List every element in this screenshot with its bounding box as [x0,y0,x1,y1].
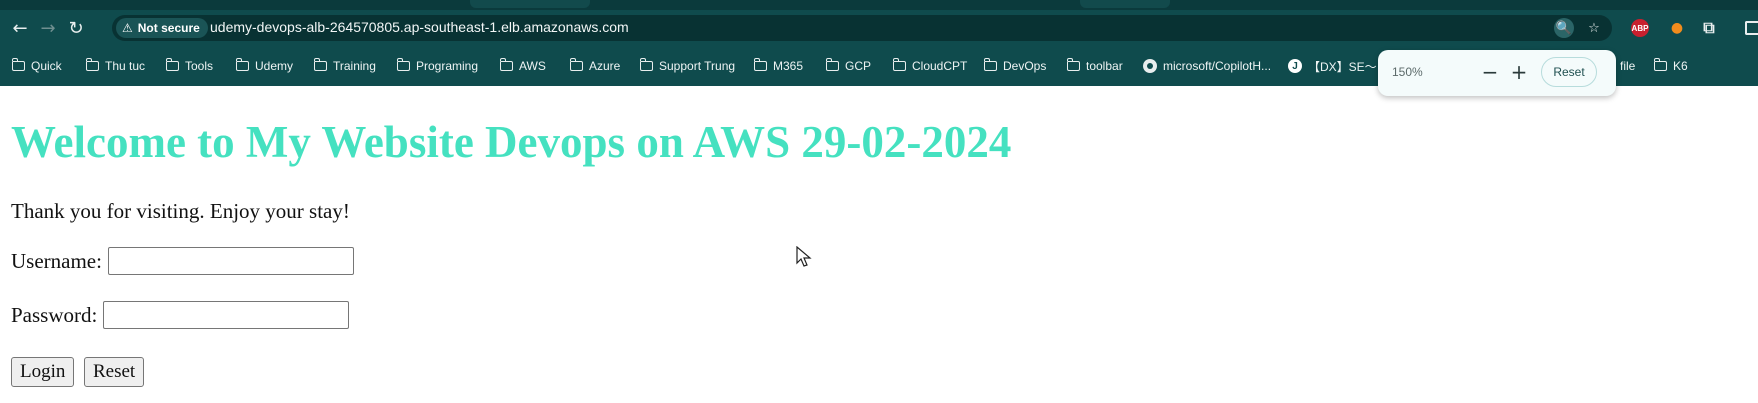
folder-icon [396,58,410,71]
browser-toolbar: ← → ↻ ⚠ Not secure udemy-devops-alb-2645… [0,10,1758,46]
side-panel-icon[interactable] [1745,21,1758,35]
bookmark-quick[interactable]: Quick [11,58,62,74]
fire-extension-icon[interactable]: ● [1668,19,1686,37]
folder-icon [753,58,767,71]
bookmark-azure[interactable]: Azure [569,58,621,74]
zoom-level: 150% [1392,65,1423,79]
bookmark-label: GCP [845,59,872,73]
bookmark-label: Udemy [255,59,294,73]
bookmark-programing[interactable]: Programing [396,58,479,74]
back-button[interactable]: ← [8,16,32,40]
bookmark-thu-tuc[interactable]: Thu tuc [85,58,146,74]
folder-icon [313,58,327,71]
zoom-in-button[interactable]: + [1507,59,1531,85]
url-text[interactable]: udemy-devops-alb-264570805.ap-southeast-… [210,19,629,35]
folder-icon [892,58,906,71]
folder-icon [499,58,513,71]
bookmark-label: Quick [31,59,62,73]
bookmark-label: K6 [1673,59,1688,73]
folder-icon [569,58,583,71]
password-row: Password: [11,301,350,329]
security-chip[interactable]: ⚠ Not secure [116,18,208,38]
puzzle-icon[interactable]: ⧉ [1700,18,1718,37]
reload-button[interactable]: ↻ [64,16,88,40]
folder-icon [1066,58,1080,71]
password-label: Password: [11,302,98,327]
bookmark-label: DevOps [1003,59,1047,73]
folder-icon [983,58,997,71]
login-button[interactable]: Login [11,357,75,387]
folder-icon [639,58,653,71]
folder-icon [235,58,249,71]
bookmark-label: file [1620,59,1636,73]
bookmark-aws[interactable]: AWS [499,58,546,74]
bookmark-label: Support Trung [659,59,736,73]
tagline: Thank you for visiting. Enjoy your stay! [11,199,350,223]
password-input[interactable] [103,301,350,329]
bookmark-label: Programing [416,59,479,73]
bookmark-support-trung[interactable]: Support Trung [639,58,736,74]
address-bar[interactable]: ⚠ Not secure udemy-devops-alb-264570805.… [112,15,1612,41]
tab[interactable] [470,0,590,8]
reset-button[interactable]: Reset [84,357,145,387]
page-title: Welcome to My Website Devops on AWS 29-0… [11,117,1012,167]
bookmark-label: M365 [773,59,804,73]
security-label: Not secure [137,21,200,35]
username-row: Username: [11,247,354,275]
bookmark-tools[interactable]: Tools [165,58,214,74]
bookmark-label: Training [333,59,376,73]
arrow-right-icon: → [40,17,56,39]
username-input[interactable] [107,247,354,275]
tab[interactable] [1080,0,1170,8]
github-icon [1143,59,1157,73]
arrow-left-icon: ← [12,17,28,39]
reload-icon: ↻ [68,17,84,39]
mouse-cursor-icon [796,246,812,267]
bookmark-devops[interactable]: DevOps [983,58,1047,74]
tab-strip [0,0,1758,10]
bookmark-toolbar[interactable]: toolbar [1066,58,1123,74]
bookmark-label: microsoft/CopilotH... [1163,59,1272,73]
bookmark-label: Tools [185,59,214,73]
bookmark-copilot[interactable]: microsoft/CopilotH... [1143,58,1271,74]
forward-button[interactable]: → [36,16,60,40]
warning-icon: ⚠ [122,21,133,35]
username-label: Username: [11,248,102,273]
folder-icon [11,58,25,71]
bookmark-label: AWS [519,59,546,73]
bookmark-label: Azure [589,59,621,73]
bookmark-training[interactable]: Training [313,58,376,74]
adblock-icon[interactable]: ABP [1631,19,1649,37]
zoom-reset-button[interactable]: Reset [1541,57,1597,87]
bookmark-gcp[interactable]: GCP [825,58,872,74]
bookmark-k6[interactable]: K6 [1653,58,1688,74]
zoom-popup: 150% − + Reset [1378,50,1616,96]
bookmark-cloudcpt[interactable]: CloudCPT [892,58,968,74]
zoom-icon[interactable]: 🔍 [1554,18,1574,38]
star-icon[interactable]: ☆ [1584,18,1604,38]
bookmark-file[interactable]: file [1620,58,1635,74]
folder-icon [165,58,179,71]
folder-icon [825,58,839,71]
folder-icon [1653,58,1667,71]
folder-icon [85,58,99,71]
site-icon: J [1288,59,1302,73]
bookmark-udemy[interactable]: Udemy [235,58,294,74]
bookmark-label: CloudCPT [912,59,968,73]
bookmark-label: toolbar [1086,59,1123,73]
bookmark-m365[interactable]: M365 [753,58,804,74]
zoom-out-button[interactable]: − [1478,59,1502,85]
bookmark-label: Thu tuc [105,59,146,73]
